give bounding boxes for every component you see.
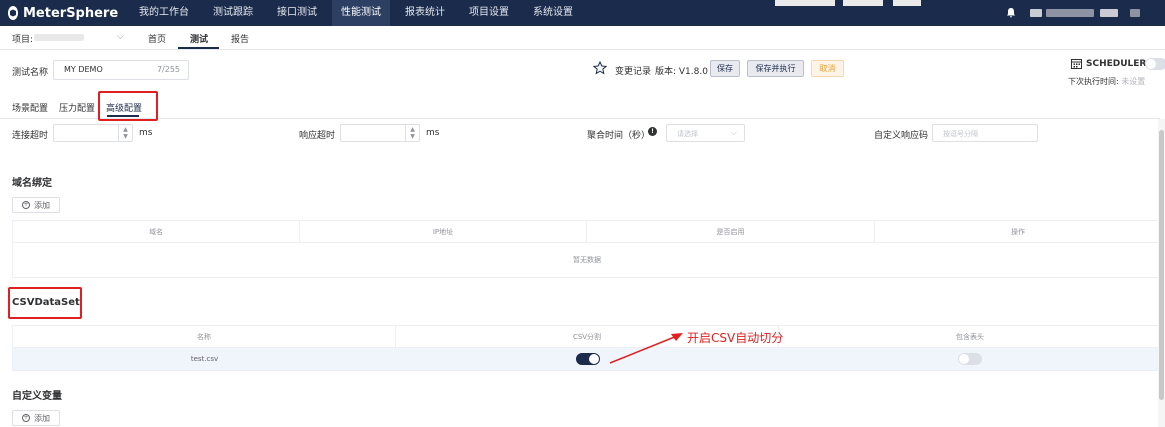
logo-icon — [8, 6, 18, 20]
column-header: 是否启用 — [587, 221, 875, 242]
redacted-area — [775, 0, 835, 6]
response-timeout-input[interactable]: ▲ ▼ — [340, 124, 420, 142]
menu-item-performance-test[interactable]: 性能测试 — [332, 0, 390, 26]
redacted-area — [843, 0, 883, 6]
change-log-link[interactable]: 变更记录 — [615, 64, 651, 77]
table-header: 域名 IP地址 是否启用 操作 — [13, 221, 1161, 243]
menu-item-api-test[interactable]: 接口测试 — [268, 0, 326, 26]
custom-code-label: 自定义响应码 — [874, 131, 929, 141]
add-label: 添加 — [34, 413, 50, 423]
save-button[interactable]: 保存 — [710, 60, 740, 77]
column-header: 包含表头 — [956, 332, 984, 341]
connect-timeout-label: 连接超时 — [12, 131, 49, 141]
scheduler-label: SCHEDULER — [1086, 58, 1147, 69]
column-header: 操作 — [1011, 227, 1025, 236]
csv-file-name: test.csv — [190, 355, 219, 363]
add-domain-button[interactable]: + 添加 — [12, 197, 60, 213]
subnav-test[interactable]: 测试 — [190, 32, 208, 45]
logo-text: MeterSphere — [23, 5, 119, 21]
highlight-box-advanced-tab — [98, 91, 158, 121]
chevron-down-icon[interactable]: ⌵ — [117, 32, 124, 42]
domain-table: 域名 IP地址 是否启用 操作 暂无数据 — [12, 220, 1162, 278]
csv-header-cell — [779, 348, 1161, 370]
main-menu: 我的工作台 测试跟踪 接口测试 性能测试 报表统计 项目设置 系统设置 — [130, 0, 588, 26]
custom-vars-title: 自定义变量 — [12, 391, 62, 402]
cancel-button[interactable]: 取消 — [811, 60, 844, 77]
input-placeholder: 按逗号分隔 — [943, 130, 978, 138]
next-run-label: 下次执行时间: — [1068, 77, 1119, 86]
empty-state: 暂无数据 — [573, 256, 601, 264]
active-tab-indicator — [178, 47, 219, 49]
domain-binding-title: 域名绑定 — [12, 178, 52, 189]
stepper[interactable]: ▲ ▼ — [405, 125, 419, 141]
top-nav: MeterSphere 我的工作台 测试跟踪 接口测试 性能测试 报表统计 项目… — [0, 0, 1165, 26]
next-run-value: 未设置 — [1121, 77, 1146, 86]
save-and-run-button[interactable]: 保存并执行 — [747, 60, 804, 77]
annotation-text: 开启CSV自动切分 — [687, 331, 784, 345]
connect-timeout-input[interactable]: ▲ ▼ — [53, 124, 133, 142]
unit-ms: ms — [426, 128, 440, 138]
chevron-up-icon[interactable]: ▲ — [123, 126, 128, 133]
scheduler-toggle[interactable] — [1145, 58, 1165, 70]
plus-icon: + — [22, 414, 30, 422]
tab-pressure-config[interactable]: 压力配置 — [59, 101, 95, 114]
menu-item-system-settings[interactable]: 系统设置 — [524, 0, 582, 26]
custom-code-input[interactable]: 按逗号分隔 — [932, 124, 1038, 142]
annotation-arrow-icon — [609, 333, 683, 364]
chevron-up-icon[interactable]: ▲ — [410, 126, 415, 133]
tabs-divider — [0, 118, 1160, 119]
csv-table: 名称 CSV分割 包含表头 test.csv — [12, 325, 1162, 371]
char-count: 7/255 — [156, 65, 180, 74]
select-placeholder: 请选择 — [677, 130, 698, 138]
test-name-input[interactable]: MY DEMO 7/255 — [53, 60, 189, 80]
add-label: 添加 — [34, 200, 50, 210]
user-name-blurred[interactable] — [1100, 9, 1118, 17]
user-avatar-blurred[interactable] — [1030, 9, 1042, 17]
aggregate-time-label: 聚合时间（秒） — [587, 131, 651, 141]
menu-item-workbench[interactable]: 我的工作台 — [130, 0, 198, 26]
menu-item-report[interactable]: 报表统计 — [396, 0, 454, 26]
table-row[interactable]: test.csv — [13, 348, 1161, 370]
menu-item-project-settings[interactable]: 项目设置 — [460, 0, 518, 26]
csv-header-toggle[interactable] — [958, 353, 982, 365]
column-header: 名称 — [13, 326, 396, 347]
sub-nav: 项目: ⌵ 首页 测试 报告 — [0, 26, 1165, 50]
version-label: 版本: V1.8.0 — [655, 67, 708, 77]
stepper[interactable]: ▲ ▼ — [118, 125, 132, 141]
project-label: 项目: — [12, 35, 34, 45]
scheduler[interactable]: SCHEDULER — [1071, 58, 1146, 69]
add-variable-button[interactable]: + 添加 — [12, 410, 60, 426]
next-run-time: 下次执行时间: 未设置 — [1068, 76, 1145, 87]
star-icon[interactable] — [593, 61, 607, 75]
bell-icon[interactable] — [1006, 7, 1016, 18]
aggregate-time-select[interactable]: 请选择 ⌵ — [666, 124, 745, 142]
column-header: 域名 — [13, 221, 300, 242]
plus-icon: + — [22, 201, 30, 209]
app-logo[interactable]: MeterSphere — [8, 6, 118, 21]
user-name-blurred[interactable] — [1046, 9, 1094, 17]
subnav-report[interactable]: 报告 — [231, 32, 249, 45]
unit-ms: ms — [139, 128, 153, 138]
response-timeout-label: 响应超时 — [299, 131, 336, 141]
subnav-home[interactable]: 首页 — [148, 32, 166, 45]
column-header: IP地址 — [300, 221, 587, 242]
menu-item-test-track[interactable]: 测试跟踪 — [204, 0, 262, 26]
chevron-down-icon: ⌵ — [730, 128, 737, 137]
test-name-value: MY DEMO — [64, 65, 103, 74]
csv-split-cell — [396, 348, 779, 370]
csv-split-toggle[interactable] — [575, 353, 600, 365]
chevron-down-icon[interactable]: ▼ — [410, 133, 415, 140]
info-icon[interactable]: ! — [648, 127, 657, 136]
test-name-label: 测试名称 — [12, 68, 49, 78]
chevron-down-icon[interactable]: ▼ — [123, 133, 128, 140]
redacted-area — [893, 0, 921, 6]
scrollbar-thumb[interactable] — [1159, 130, 1164, 400]
highlight-box-csv-title — [8, 287, 82, 319]
table-header: 名称 CSV分割 包含表头 — [13, 326, 1161, 348]
calendar-icon — [1071, 59, 1082, 69]
user-menu-blurred[interactable] — [1130, 9, 1140, 17]
project-name-blurred[interactable] — [34, 34, 84, 41]
tab-scenario-config[interactable]: 场景配置 — [12, 101, 48, 114]
